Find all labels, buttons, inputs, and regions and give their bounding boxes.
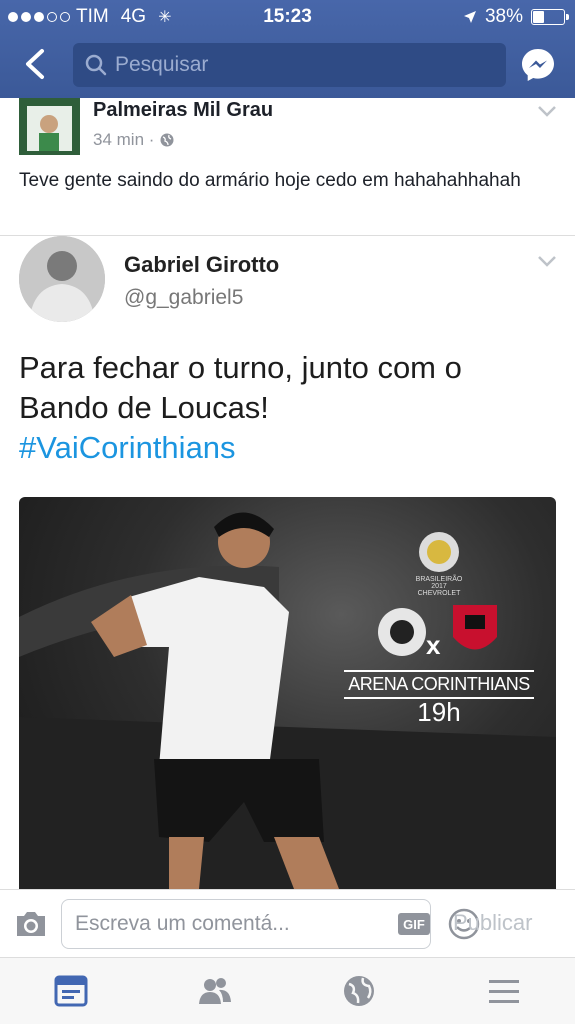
tweet-chevron-down-icon[interactable] — [537, 254, 557, 268]
search-input[interactable]: Pesquisar — [73, 43, 506, 87]
location-arrow-icon — [463, 11, 476, 23]
gif-button[interactable]: GIF — [398, 913, 430, 935]
globe-icon — [160, 133, 174, 147]
back-icon[interactable] — [20, 48, 50, 80]
post-author[interactable]: Palmeiras Mil Grau — [93, 99, 273, 122]
venue-label: ARENA CORINTHIANS — [344, 670, 534, 699]
versus-label: x — [426, 630, 441, 660]
tweet-name[interactable]: Gabriel Girotto — [124, 252, 279, 278]
match-hour: 19h — [417, 697, 461, 727]
status-bar: TIM 4G ✳ 15:23 38% — [0, 0, 575, 34]
publish-button[interactable]: Publicar — [453, 910, 532, 936]
chevron-down-icon[interactable] — [537, 104, 557, 118]
avatar[interactable] — [19, 98, 80, 155]
tweet-image[interactable]: BRASILEIRÃO 2017 CHEVROLET x ARENA CORIN… — [19, 497, 556, 889]
status-right: 38% — [463, 6, 569, 28]
tweet-body: Para fechar o turno, junto com o Bando d… — [19, 350, 462, 425]
tweet-handle[interactable]: @g_gabriel5 — [124, 286, 243, 310]
camera-icon[interactable] — [14, 910, 48, 938]
hashtag-link[interactable]: #VaiCorinthians — [19, 430, 236, 465]
top-bar: TIM 4G ✳ 15:23 38% Pesquisar — [0, 0, 575, 98]
news-feed-icon[interactable] — [53, 974, 89, 1008]
tweet-avatar[interactable] — [19, 236, 105, 322]
post-meta: 34 min · — [93, 130, 174, 150]
notifications-globe-icon[interactable] — [341, 974, 377, 1008]
battery-icon — [531, 9, 569, 25]
brasileirao-badge: BRASILEIRÃO 2017 CHEVROLET — [415, 576, 463, 597]
friends-icon[interactable] — [197, 974, 233, 1008]
menu-icon[interactable] — [486, 974, 522, 1008]
comment-bar: Escreva um comentá... GIF Publicar — [0, 889, 575, 957]
tweet-text: Para fechar o turno, junto com o Bando d… — [19, 348, 559, 468]
tab-bar — [0, 957, 575, 1024]
search-placeholder: Pesquisar — [115, 53, 209, 76]
battery-percent: 38% — [484, 6, 523, 27]
post-time: 34 min · — [93, 130, 155, 149]
comment-placeholder: Escreva um comentá... — [75, 912, 290, 935]
feed-post: Palmeiras Mil Grau 34 min · Teve gente s… — [0, 98, 575, 236]
messenger-icon[interactable] — [521, 48, 555, 82]
search-icon — [85, 54, 107, 76]
post-text: Teve gente saindo do armário hoje cedo e… — [19, 170, 521, 191]
comment-input[interactable]: Escreva um comentá... GIF — [61, 899, 480, 949]
